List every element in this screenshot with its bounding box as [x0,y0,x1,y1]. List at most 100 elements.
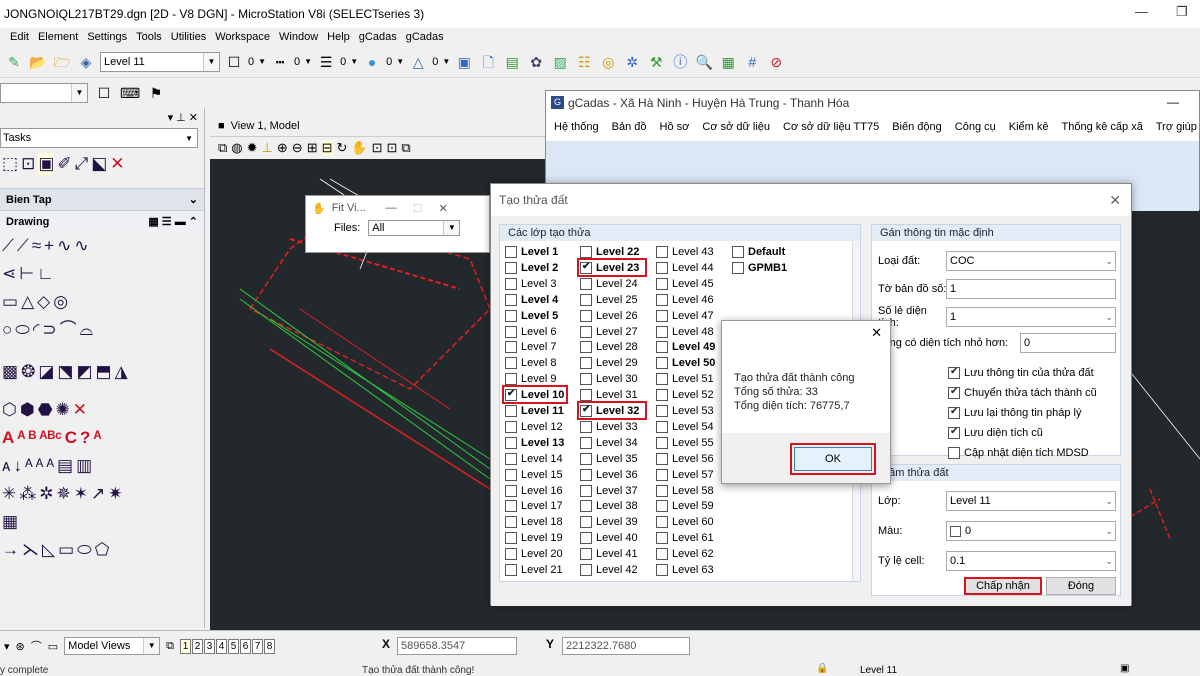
menu-window[interactable]: Window [279,31,318,43]
paint-icon[interactable]: ✐ [57,153,71,175]
cell-delete-icon[interactable]: ✕ [73,399,87,421]
level-checkbox[interactable]: Level 8 [505,355,556,371]
checkbox-icon[interactable] [656,325,668,338]
level-checkbox[interactable]: Level 20 [505,546,563,562]
checkbox-icon[interactable] [580,277,592,290]
gear-icon[interactable]: ✿ [526,52,546,72]
minimize-button[interactable]: — [1135,4,1148,19]
checkbox-icon[interactable] [580,420,592,433]
angle-icon[interactable]: ∟ [37,263,54,285]
text-field3-icon[interactable]: ᴬ [46,455,54,477]
gmenu-ho-so[interactable]: Hồ sơ [660,121,690,133]
checkbox-icon[interactable] [580,309,592,322]
text-a-icon[interactable]: A [2,427,14,449]
text-up-icon[interactable]: ᴬ [93,427,101,449]
dim4-icon[interactable]: ✵ [57,483,71,505]
checkbox-icon[interactable] [580,468,592,481]
checkbox-icon[interactable] [505,484,517,497]
maximize-icon[interactable]: ☐ [413,202,423,215]
gmenu-ban-do[interactable]: Bản đồ [612,121,647,133]
transparency-icon[interactable]: ● [362,52,382,72]
level-checkbox[interactable]: Level 24 [580,276,638,292]
checkbox-icon[interactable] [505,436,517,449]
arc4-icon[interactable]: ⌓ [80,319,93,341]
checkbox-icon[interactable] [580,246,592,258]
checkbox-icon[interactable] [580,484,592,497]
table2-icon[interactable]: ▦ [2,511,18,533]
view-8-button[interactable]: 8 [264,638,276,654]
checkbox-icon[interactable] [580,452,592,465]
dim7-icon[interactable]: ✷ [108,483,122,505]
info-icon[interactable]: ⓘ [670,52,690,72]
ellipse-icon[interactable]: ⬭ [15,319,30,341]
circle2-icon[interactable]: ○ [2,319,12,341]
lamp-icon[interactable]: ⌒ [31,638,42,654]
level-checkbox[interactable]: Level 35 [580,451,638,467]
lock-icon[interactable]: 🔒 [816,663,828,674]
lop-select[interactable]: Level 11 ⌄ [946,491,1116,511]
loai-dat-select[interactable]: COC ⌄ [946,251,1116,271]
dim5-icon[interactable]: ✶ [74,483,88,505]
text-note-icon[interactable]: ▥ [76,455,92,477]
level-checkbox[interactable]: Level 29 [580,355,638,371]
cell2-icon[interactable]: ⬢ [20,399,35,421]
perp-icon[interactable]: ⊢ [19,263,34,285]
level-checkbox[interactable]: GPMB1 [732,260,787,276]
priority-icon[interactable]: △ [408,52,428,72]
level-checkbox[interactable]: Level 62 [656,546,714,562]
chk-luu-phap-ly[interactable]: Lưu lại thông tin pháp lý [948,405,1081,421]
dim6-icon[interactable]: ↗ [91,483,105,505]
pencil-icon[interactable]: ✎ [4,52,24,72]
text-field-icon[interactable]: ᴬ [25,455,33,477]
arc3-icon[interactable]: ⌒ [60,319,77,341]
level-checkbox[interactable]: Level 38 [580,498,638,514]
level-checkbox[interactable]: Level 7 [505,339,556,355]
checkbox-icon[interactable] [505,420,517,433]
checkbox-icon[interactable] [505,532,517,545]
level-checkbox[interactable]: Level 58 [656,483,714,499]
folder-star-icon[interactable]: 🗁 [52,52,72,72]
level-checkbox[interactable]: Level 42 [580,562,638,578]
text-fit-icon[interactable]: ᴬ [17,427,25,449]
level-checkbox[interactable]: Level 17 [505,498,563,514]
checkbox-icon[interactable] [580,373,592,386]
arc-icon[interactable]: ◜ [33,319,40,341]
checkbox-icon[interactable] [656,341,668,354]
level-checkbox[interactable]: Level 14 [505,451,563,467]
fit-view-icon[interactable]: ⊟ [321,140,333,156]
menu-help[interactable]: Help [327,31,350,43]
vung-input[interactable]: 0 [1020,333,1116,353]
level-checkbox[interactable]: Level 16 [505,483,563,499]
checkbox-icon[interactable] [505,261,517,274]
rectangle-icon[interactable]: ▭ [2,291,18,313]
tasks-combo[interactable]: Tasks ▼ [0,128,198,148]
checkbox-icon[interactable] [656,293,668,306]
checkbox-icon[interactable] [505,293,517,306]
level-checkbox[interactable]: Level 19 [505,530,563,546]
level-checkbox[interactable]: Level 56 [656,451,714,467]
level-checkbox[interactable]: Level 27 [580,324,638,340]
level-checkbox[interactable]: Level 48 [656,324,714,340]
level-checkbox[interactable]: Level 34 [580,435,638,451]
level-checkbox[interactable]: Level 49 [656,339,715,355]
polyline-icon[interactable]: ⟋ [17,235,29,257]
no-entry-icon[interactable]: ⊘ [766,52,786,72]
checkbox-icon[interactable] [732,246,744,258]
view-2-button[interactable]: 2 [192,638,204,654]
chevron-down-icon[interactable]: ▼ [396,57,404,66]
checkbox-icon[interactable] [656,564,668,576]
chk-luu-dien-tich[interactable]: Lưu diện tích cũ [948,425,1043,441]
chevron-down-icon[interactable]: ▼ [258,57,266,66]
region-icon[interactable]: ◩ [76,361,92,383]
level-checkbox[interactable]: Level 59 [656,498,714,514]
text-abc-icon[interactable]: ᴬᴮᶜ [39,427,61,449]
level-checkbox[interactable]: Level 39 [580,514,638,530]
fill-icon[interactable]: ◪ [38,361,54,383]
level-checkbox[interactable]: Level 43 [656,244,714,260]
checkbox-icon[interactable] [656,516,668,529]
level-checkbox[interactable]: Level 55 [656,435,714,451]
level-checkbox[interactable]: Level 21 [505,562,563,578]
checkbox-icon[interactable] [656,452,668,465]
chap-nhan-button[interactable]: Chấp nhận [964,577,1042,595]
y-coordinate[interactable]: 2212322.7680 [562,637,690,655]
